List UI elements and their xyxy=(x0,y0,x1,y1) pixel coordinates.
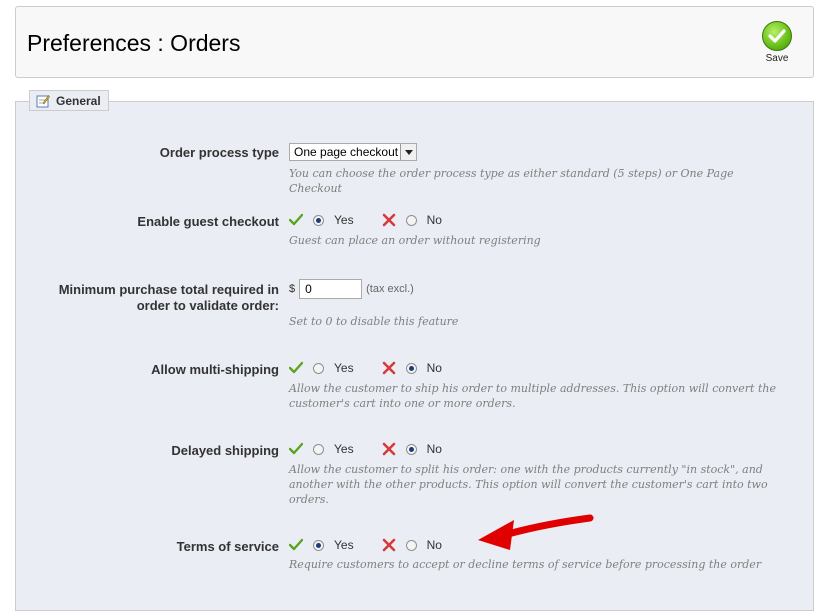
cross-icon xyxy=(382,442,396,456)
check-icon xyxy=(288,538,304,552)
currency-symbol: $ xyxy=(289,283,296,295)
terms-of-service-yes-radio[interactable] xyxy=(313,539,324,551)
min-purchase-hint: Set to 0 to disable this feature xyxy=(289,315,459,328)
order-process-select[interactable]: One page checkout xyxy=(289,143,418,161)
delayed-shipping-hint: Allow the customer to split his order: o… xyxy=(289,463,768,506)
guest-checkout-hint: Guest can place an order without registe… xyxy=(289,234,541,247)
terms-of-service-yes-label: Yes xyxy=(334,538,354,552)
multi-shipping-yes-label: Yes xyxy=(334,361,354,375)
delayed-shipping-no-radio[interactable] xyxy=(405,443,417,455)
terms-of-service-no-label: No xyxy=(426,538,442,552)
guest-checkout-yes-radio[interactable] xyxy=(313,214,324,226)
check-icon xyxy=(288,213,304,227)
chevron-down-icon[interactable] xyxy=(400,144,417,160)
multi-shipping-hint: Allow the customer to ship his order to … xyxy=(289,382,776,410)
cross-icon xyxy=(382,213,396,227)
page-title: Preferences : Orders xyxy=(27,30,241,56)
delayed-shipping-yes-label: Yes xyxy=(334,442,354,456)
guest-checkout-no-label: No xyxy=(426,213,442,227)
edit-note-icon xyxy=(36,94,50,108)
tax-unit-label: (tax excl.) xyxy=(366,283,414,295)
guest-checkout-options: Yes No xyxy=(288,213,442,227)
order-process-hint: You can choose the order process type as… xyxy=(289,167,734,195)
min-purchase-field: $ (tax excl.) xyxy=(289,279,414,299)
delayed-shipping-options: Yes No xyxy=(288,442,442,456)
fieldset-legend: General xyxy=(29,90,109,111)
terms-of-service-hint: Require customers to accept or decline t… xyxy=(289,558,762,571)
multi-shipping-no-radio[interactable] xyxy=(405,362,417,374)
legend-label: General xyxy=(56,93,101,108)
min-purchase-input[interactable] xyxy=(299,279,363,299)
guest-checkout-yes-label: Yes xyxy=(334,213,354,227)
cross-icon xyxy=(382,538,396,552)
terms-of-service-no-radio[interactable] xyxy=(405,539,417,551)
page-header: Preferences : Orders Save xyxy=(15,6,814,78)
save-label: Save xyxy=(765,53,789,64)
delayed-shipping-yes-radio[interactable] xyxy=(313,443,324,455)
terms-of-service-options: Yes No xyxy=(288,538,442,552)
guest-checkout-no-radio[interactable] xyxy=(405,214,417,226)
guest-checkout-label: Enable guest checkout xyxy=(137,214,279,229)
min-purchase-label: Minimum purchase total required in order… xyxy=(58,282,279,313)
delayed-shipping-no-label: No xyxy=(426,442,442,456)
terms-of-service-label: Terms of service xyxy=(176,539,279,554)
check-icon xyxy=(288,361,304,375)
multi-shipping-label: Allow multi-shipping xyxy=(151,362,279,377)
save-icon xyxy=(762,21,792,51)
save-button[interactable]: Save xyxy=(757,21,797,71)
multi-shipping-options: Yes No xyxy=(288,361,442,375)
delayed-shipping-label: Delayed shipping xyxy=(171,443,279,458)
annotation-arrow-icon xyxy=(478,514,594,550)
order-process-label: Order process type xyxy=(159,145,279,160)
cross-icon xyxy=(382,361,396,375)
multi-shipping-yes-radio[interactable] xyxy=(313,362,324,374)
multi-shipping-no-label: No xyxy=(426,361,442,375)
order-process-selected: One page checkout xyxy=(294,145,399,159)
check-icon xyxy=(288,442,304,456)
